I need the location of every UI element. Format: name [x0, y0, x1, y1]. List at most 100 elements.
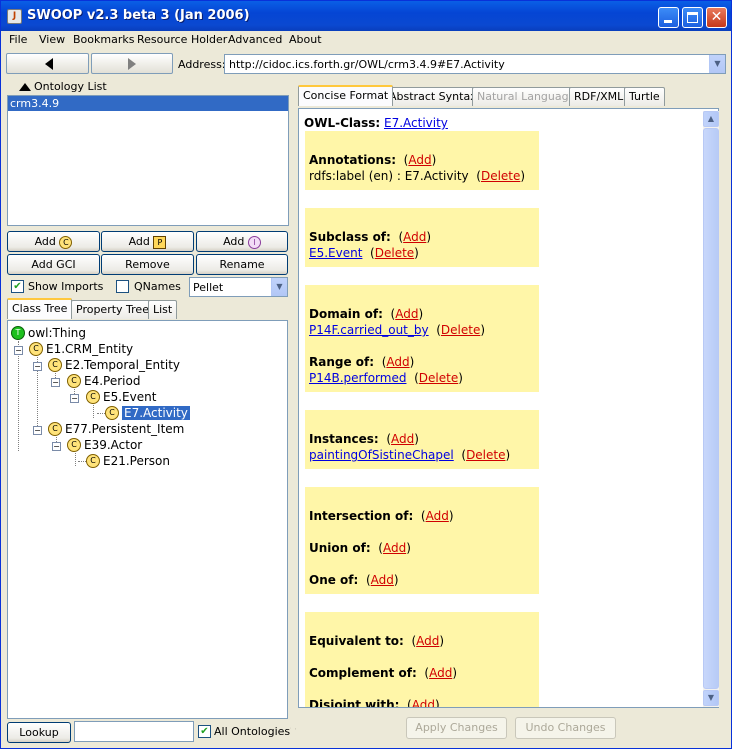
show-imports-checkbox[interactable]: ✔ — [11, 280, 24, 293]
tree-node-e39[interactable]: C E39.Actor — [67, 438, 142, 452]
range-delete-link[interactable]: Delete — [419, 371, 458, 385]
class-icon: C — [67, 374, 81, 388]
disjoint-add-link[interactable]: Add — [412, 698, 435, 707]
menu-view[interactable]: View — [39, 33, 65, 46]
chevron-down-icon[interactable]: ▼ — [709, 55, 725, 73]
tree-node-e21[interactable]: C E21.Person — [86, 454, 170, 468]
tab-natural-language: Natural Language — [472, 87, 581, 106]
oneof-add-link[interactable]: Add — [371, 573, 394, 587]
menu-bookmarks[interactable]: Bookmarks — [73, 33, 134, 46]
annotations-section: Annotations: (Add) rdfs:label (en) : E7.… — [305, 131, 539, 190]
tree-node-e2[interactable]: C E2.Temporal_Entity — [48, 358, 180, 372]
annotation-delete-link[interactable]: Delete — [481, 169, 520, 183]
chevron-down-icon[interactable]: ▼ — [271, 278, 287, 296]
union-add-link[interactable]: Add — [383, 541, 406, 555]
tab-turtle[interactable]: Turtle — [624, 87, 665, 106]
tree-node-label: owl:Thing — [28, 326, 87, 340]
remove-button[interactable]: Remove — [101, 254, 194, 275]
menu-about[interactable]: About — [289, 33, 322, 46]
class-icon: C — [105, 406, 119, 420]
property-icon: P — [153, 235, 167, 249]
tree-node-e7-selected[interactable]: C E7.Activity — [105, 406, 190, 420]
annotations-add-link[interactable]: Add — [408, 153, 431, 167]
rename-button[interactable]: Rename — [196, 254, 288, 275]
intersection-add-link[interactable]: Add — [426, 509, 449, 523]
collapse-up-icon — [19, 83, 31, 91]
instances-add-link[interactable]: Add — [391, 432, 414, 446]
maximize-button[interactable] — [682, 7, 703, 28]
menu-advanced[interactable]: Advanced — [228, 33, 282, 46]
domain-add-link[interactable]: Add — [395, 307, 418, 321]
domain-delete-link[interactable]: Delete — [441, 323, 480, 337]
splitter[interactable] — [291, 78, 295, 743]
instance-link[interactable]: paintingOfSistineChapel — [309, 448, 454, 462]
arrow-left-icon — [45, 58, 53, 70]
tab-class-tree[interactable]: Class Tree — [7, 298, 73, 319]
address-field[interactable]: http://cidoc.ics.forth.gr/OWL/crm3.4.9#E… — [224, 54, 726, 74]
menu-file[interactable]: File — [9, 33, 27, 46]
add-property-button[interactable]: Add P — [101, 231, 194, 252]
tree-node-label: E21.Person — [103, 454, 170, 468]
collapse-toggle-icon[interactable]: − — [14, 346, 23, 355]
subclass-delete-link[interactable]: Delete — [375, 246, 414, 260]
collapse-toggle-icon[interactable]: − — [33, 426, 42, 435]
forward-button[interactable] — [91, 53, 173, 74]
class-heading: OWL-Class: E7.Activity — [304, 116, 448, 130]
tab-property-tree[interactable]: Property Tree — [71, 300, 154, 319]
reasoner-value: Pellet — [193, 281, 224, 294]
range-link[interactable]: P14B.performed — [309, 371, 406, 385]
collapse-toggle-icon[interactable]: − — [70, 394, 79, 403]
class-icon: C — [48, 422, 62, 436]
collapse-toggle-icon[interactable]: − — [33, 362, 42, 371]
add-property-label: Add — [128, 235, 150, 248]
tab-abstract-syntax[interactable]: Abstract Syntax — [384, 87, 482, 106]
tree-node-label: E4.Period — [84, 374, 141, 388]
tree-node-e77[interactable]: C E77.Persistent_Item — [48, 422, 184, 436]
minimize-button[interactable] — [658, 7, 679, 28]
add-instance-button[interactable]: Add I — [196, 231, 288, 252]
collapse-toggle-icon[interactable]: − — [51, 378, 60, 387]
instance-icon: I — [247, 235, 261, 249]
window-title: SWOOP v2.3 beta 3 (Jan 2006) — [27, 8, 250, 23]
scroll-up-icon[interactable]: ▲ — [703, 111, 719, 127]
equivalent-add-link[interactable]: Add — [416, 634, 439, 648]
ontology-item[interactable]: crm3.4.9 — [8, 96, 288, 111]
subclass-add-link[interactable]: Add — [403, 230, 426, 244]
all-ontologies-checkbox[interactable]: ✔ — [198, 725, 211, 738]
tree-node-e5[interactable]: C E5.Event — [86, 390, 156, 404]
tree-node-thing[interactable]: Towl:Thing — [11, 326, 86, 340]
instances-section: Instances: (Add) paintingOfSistineChapel… — [305, 410, 539, 469]
reasoner-select[interactable]: Pellet ▼ — [189, 277, 288, 297]
add-gci-button[interactable]: Add GCI — [7, 254, 100, 275]
scroll-thumb[interactable] — [703, 128, 719, 689]
ontology-list-header[interactable]: Ontology List — [7, 80, 287, 95]
menu-bar: File View Bookmarks Resource Holder Adva… — [1, 31, 731, 50]
tree-node-e1[interactable]: C E1.CRM_Entity — [29, 342, 133, 356]
tree-node-label: E39.Actor — [84, 438, 143, 452]
subclass-link[interactable]: E5.Event — [309, 246, 362, 260]
scroll-down-icon[interactable]: ▼ — [703, 690, 719, 706]
range-add-link[interactable]: Add — [386, 355, 409, 369]
domain-link[interactable]: P14F.carried_out_by — [309, 323, 429, 337]
tree-node-e4[interactable]: C E4.Period — [67, 374, 140, 388]
qnames-checkbox[interactable] — [116, 280, 129, 293]
menu-resource-holder[interactable]: Resource Holder — [137, 33, 227, 46]
ontology-list-title: Ontology List — [34, 80, 107, 93]
back-button[interactable] — [6, 53, 89, 74]
address-value: http://cidoc.ics.forth.gr/OWL/crm3.4.9#E… — [229, 58, 505, 71]
tab-rdf-xml[interactable]: RDF/XML — [569, 87, 629, 106]
instance-delete-link[interactable]: Delete — [466, 448, 505, 462]
address-label: Address: — [178, 58, 226, 71]
tree-node-label: E2.Temporal_Entity — [65, 358, 181, 372]
complement-add-link[interactable]: Add — [429, 666, 452, 680]
thing-icon: T — [11, 326, 25, 340]
tab-list[interactable]: List — [148, 300, 178, 319]
collapse-toggle-icon[interactable]: − — [52, 442, 61, 451]
tab-concise-format[interactable]: Concise Format — [298, 85, 394, 106]
add-class-button[interactable]: Add C — [7, 231, 100, 252]
class-link[interactable]: E7.Activity — [384, 116, 448, 130]
lookup-button[interactable]: Lookup — [7, 722, 71, 743]
content-scrollbar[interactable]: ▲ ▼ — [703, 111, 719, 707]
lookup-input[interactable] — [74, 721, 194, 742]
close-button[interactable]: ✕ — [706, 7, 727, 28]
